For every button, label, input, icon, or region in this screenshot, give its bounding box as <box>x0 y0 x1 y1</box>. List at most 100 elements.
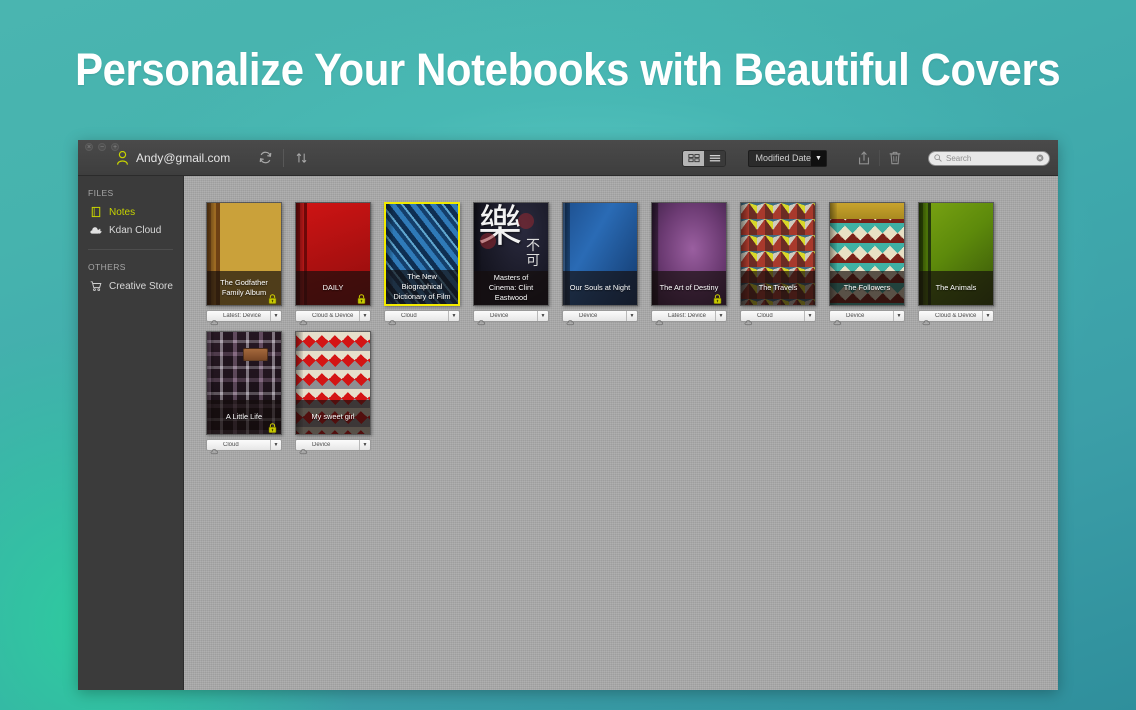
notebook-item[interactable]: My sweet girl Device ▼ <box>295 331 371 454</box>
chevron-down-icon[interactable]: ▼ <box>270 311 281 321</box>
sidebar-item-label: Creative Store <box>109 280 173 292</box>
notebook-title-band: Masters of Cinema: Clint Eastwood <box>474 271 548 305</box>
notebook-item[interactable]: A Little Life Cloud ▼ <box>206 331 282 454</box>
notebook-title: DAILY <box>322 283 344 292</box>
notebook-title: The Animals <box>935 283 977 292</box>
window-controls: × − + <box>85 143 119 151</box>
lock-icon <box>268 420 277 433</box>
chevron-down-icon[interactable]: ▼ <box>804 311 815 321</box>
notebook-item[interactable]: DAILY Cloud & Device ▼ <box>295 202 371 325</box>
notebook-item[interactable]: The Followers Device ▼ <box>829 202 905 325</box>
notebook-cover[interactable]: Our Souls at Night <box>562 202 638 306</box>
notebook-cover[interactable]: The Art of Destiny <box>651 202 727 306</box>
notebook-sync-label: Cloud & Device <box>935 313 977 319</box>
share-icon[interactable] <box>849 146 879 170</box>
notebook-sync-status[interactable]: Device ▼ <box>295 439 371 454</box>
notebook-cover[interactable]: The Followers <box>829 202 905 306</box>
notebook-title: A Little Life <box>225 412 263 421</box>
sidebar-section-files-title: FILES <box>88 188 114 198</box>
notebook-sync-label: Latest: Device <box>223 313 262 319</box>
sidebar-section-others-title: OTHERS <box>88 262 126 272</box>
sort-dropdown[interactable]: Modified Date ▼ <box>748 149 827 167</box>
grid-view-button[interactable] <box>683 150 705 166</box>
cloud-download-icon <box>89 224 103 237</box>
notebook-sync-status[interactable]: Cloud & Device ▼ <box>295 310 371 325</box>
notebook-sync-status[interactable]: Latest: Device ▼ <box>651 310 727 325</box>
cloud-icon <box>922 313 932 325</box>
notebook-sync-status[interactable]: Cloud ▼ <box>206 439 282 454</box>
notebook-cover[interactable]: The Animals <box>918 202 994 306</box>
search-input[interactable]: Search <box>946 154 1032 163</box>
notebook-item[interactable]: The Animals Cloud & Device ▼ <box>918 202 994 325</box>
chevron-down-icon[interactable]: ▼ <box>893 311 904 321</box>
notebook-item[interactable]: The Godfather Family Album Latest: Device… <box>206 202 282 325</box>
notebook-cover[interactable]: 樂不可 Masters of Cinema: Clint Eastwood <box>473 202 549 306</box>
notebook-content-area: The Godfather Family Album Latest: Device… <box>184 176 1058 690</box>
notebook-cover[interactable]: A Little Life <box>206 331 282 435</box>
cart-icon <box>89 280 103 293</box>
refresh-icon[interactable] <box>252 147 278 169</box>
notebook-title-band: Our Souls at Night <box>563 271 637 305</box>
notebook-cover[interactable]: The New Biographical Dictionary of Film <box>384 202 460 306</box>
cloud-icon <box>566 313 576 325</box>
sidebar-divider <box>88 249 173 250</box>
view-mode-toggle[interactable] <box>682 149 727 167</box>
chevron-down-icon[interactable]: ▼ <box>359 311 370 321</box>
chevron-down-icon[interactable]: ▼ <box>982 311 993 321</box>
notebook-cover[interactable]: My sweet girl <box>295 331 371 435</box>
cloud-icon <box>477 313 487 325</box>
list-view-button[interactable] <box>704 150 726 166</box>
clear-search-icon[interactable] <box>1036 154 1044 162</box>
notebook-title: The Godfather Family Album <box>220 278 268 297</box>
notebook-sync-label: Latest: Device <box>668 313 707 319</box>
chevron-down-icon[interactable]: ▼ <box>715 311 726 321</box>
account-display[interactable]: Andy@gmail.com <box>116 150 230 165</box>
notebook-item[interactable]: 樂不可 Masters of Cinema: Clint Eastwood Devi… <box>473 202 549 325</box>
notebook-sync-label: Cloud <box>401 313 417 319</box>
notebook-cover[interactable]: The Travels <box>740 202 816 306</box>
notebook-item[interactable]: Our Souls at Night Device ▼ <box>562 202 638 325</box>
notebook-sync-status[interactable]: Cloud ▼ <box>740 310 816 325</box>
zoom-button[interactable]: + <box>111 143 119 151</box>
trash-icon[interactable] <box>880 146 910 170</box>
close-button[interactable]: × <box>85 143 93 151</box>
notebook-title: Masters of Cinema: Clint Eastwood <box>488 273 534 302</box>
notebook-sync-label: Cloud <box>757 313 773 319</box>
chevron-down-icon[interactable]: ▼ <box>537 311 548 321</box>
lock-icon <box>268 291 277 304</box>
search-box[interactable]: Search <box>928 150 1050 166</box>
notebook-sync-status[interactable]: Device ▼ <box>562 310 638 325</box>
cloud-icon <box>210 313 220 325</box>
notebook-item[interactable]: The Travels Cloud ▼ <box>740 202 816 325</box>
chevron-down-icon[interactable]: ▼ <box>448 311 459 321</box>
notebook-cover[interactable]: DAILY <box>295 202 371 306</box>
cloud-icon <box>655 313 665 325</box>
notebook-item[interactable]: The Art of Destiny Latest: Device ▼ <box>651 202 727 325</box>
sidebar-item-creative-store[interactable]: Creative Store <box>78 277 183 295</box>
sidebar-item-notes[interactable]: Notes <box>78 203 183 221</box>
notebook-sync-status[interactable]: Latest: Device ▼ <box>206 310 282 325</box>
chevron-down-icon: ▼ <box>811 150 826 166</box>
chevron-down-icon[interactable]: ▼ <box>626 311 637 321</box>
notebook-sync-status[interactable]: Cloud ▼ <box>384 310 460 325</box>
notebook-cover[interactable]: The Godfather Family Album <box>206 202 282 306</box>
notebook-sync-status[interactable]: Cloud & Device ▼ <box>918 310 994 325</box>
sort-dropdown-value: Modified Date <box>755 153 811 163</box>
cloud-icon <box>833 313 843 325</box>
notebook-sync-label: Cloud & Device <box>312 313 354 319</box>
minimize-button[interactable]: − <box>98 143 106 151</box>
notebook-title-band: The Followers <box>830 271 904 305</box>
sidebar-item-kdan-cloud[interactable]: Kdan Cloud <box>78 221 183 239</box>
cloud-icon <box>744 313 754 325</box>
sort-arrows-icon[interactable] <box>289 147 315 169</box>
chevron-down-icon[interactable]: ▼ <box>270 440 281 450</box>
chevron-down-icon[interactable]: ▼ <box>359 440 370 450</box>
app-window: × − + Andy@gmail.com Modified Date ▼ Sea… <box>78 140 1058 690</box>
notebook-sync-label: Device <box>846 313 865 319</box>
notebook-item[interactable]: The New Biographical Dictionary of Film C… <box>384 202 460 325</box>
sidebar-item-label: Notes <box>109 206 136 218</box>
notebook-title: Our Souls at Night <box>569 283 631 292</box>
notebook-title: The Art of Destiny <box>659 283 719 292</box>
notebook-sync-status[interactable]: Device ▼ <box>829 310 905 325</box>
notebook-sync-status[interactable]: Device ▼ <box>473 310 549 325</box>
